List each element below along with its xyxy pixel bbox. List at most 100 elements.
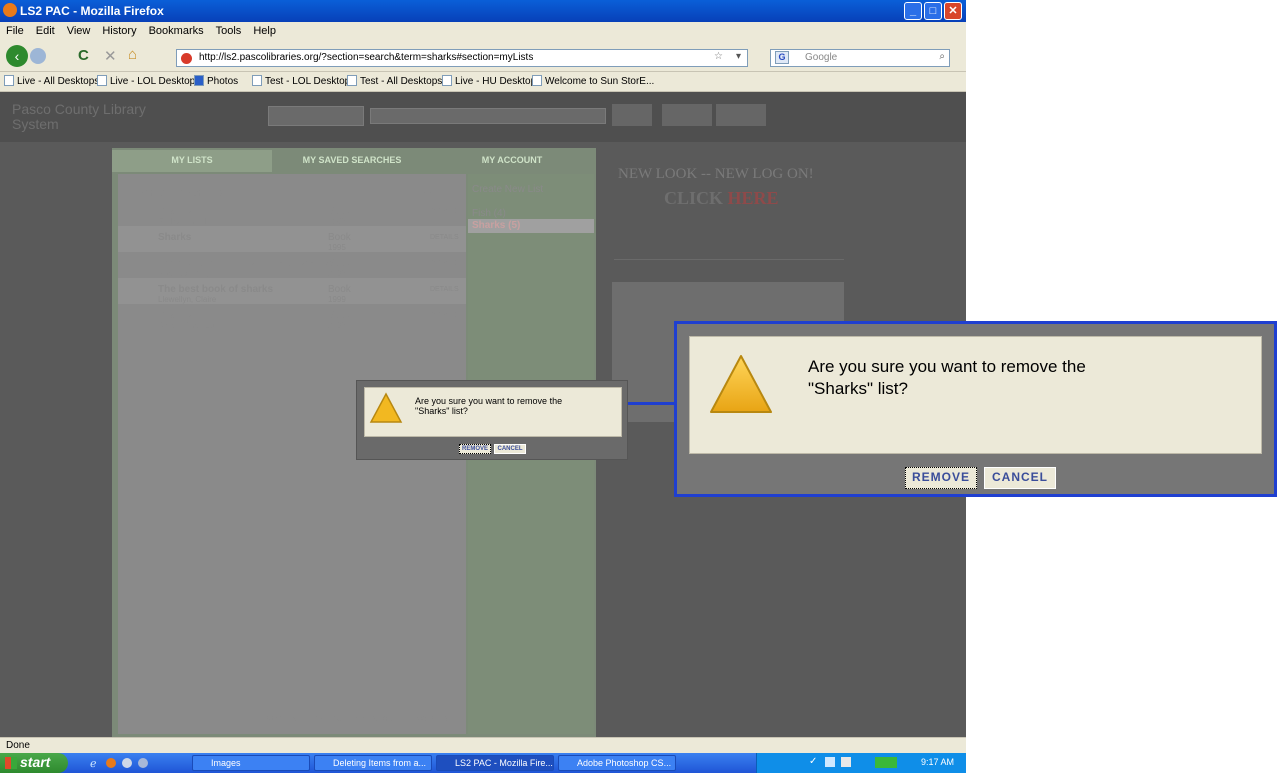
system-tray: ✓ 9:17 AM: [756, 753, 966, 773]
dialog-message-line2: "Sharks" list?: [808, 379, 908, 398]
search-magnifier-icon[interactable]: ⌕: [939, 51, 945, 62]
item-year: 2002: [328, 269, 346, 278]
tray-icon[interactable]: [841, 757, 851, 767]
item-title: The best book of sharks: [158, 284, 274, 295]
menu-file[interactable]: File: [6, 25, 24, 37]
home-icon[interactable]: ⌂: [128, 46, 137, 63]
start-label: start: [20, 754, 51, 770]
tray-icon[interactable]: ✓: [809, 756, 817, 767]
start-button[interactable]: start: [0, 753, 68, 773]
item-author: Reaside, Mary J.: [158, 269, 219, 278]
print-list-button: PRINT LIST: [264, 716, 302, 723]
bookmarks-toolbar: Live - All Desktops Live - LOL Desktop P…: [0, 72, 966, 92]
firefox-launch-icon[interactable]: [106, 758, 116, 768]
item-year: 1992: [328, 217, 346, 226]
confirm-dialog-zoomed: Are you sure you want to remove the "Sha…: [674, 321, 1277, 497]
remove-button[interactable]: REMOVE: [905, 467, 977, 489]
header-button: [716, 104, 766, 126]
ie-icon[interactable]: ℯ: [90, 757, 97, 770]
url-bar[interactable]: http://ls2.pascolibraries.org/?section=s…: [176, 49, 748, 67]
task-images[interactable]: Images: [192, 755, 310, 771]
item-title: The complete idiot's guide to sharks: [158, 258, 331, 269]
windows-logo-icon: [5, 757, 17, 769]
dialog-message-area: Are you sure you want to remove the "Sha…: [364, 387, 622, 437]
bookmark-item[interactable]: Test - All Desktops: [347, 75, 442, 87]
cancel-button[interactable]: CANCEL: [494, 444, 526, 454]
promo-line: NEW LOOK -- NEW LOG ON!: [618, 166, 814, 182]
header-search-scope: [268, 106, 364, 126]
item-year: 1995: [328, 243, 346, 252]
dialog-message-line1: Are you sure you want to remove the: [415, 396, 563, 406]
task-deleting-items[interactable]: Deleting Items from a...: [314, 755, 432, 771]
close-button[interactable]: ✕: [944, 2, 962, 20]
dialog-message-line2: "Sharks" list?: [415, 406, 468, 416]
taskbar: start ℯ Images Deleting Items from a... …: [0, 753, 966, 773]
stop-icon[interactable]: ✕: [104, 47, 117, 65]
window-title: LS2 PAC - Mozilla Firefox: [20, 4, 164, 18]
menu-view[interactable]: View: [67, 25, 91, 37]
firefox-icon: [3, 3, 17, 17]
google-icon: G: [775, 51, 789, 64]
dialog-message-line1: Are you sure you want to remove the: [808, 357, 1086, 376]
list-sharks: Sharks (5): [472, 220, 521, 231]
item-author: Gibbons, Gail: [158, 217, 207, 226]
warning-icon: [710, 355, 772, 413]
warning-icon: [369, 392, 403, 423]
status-bar: Done: [0, 737, 966, 753]
site-icon: [181, 53, 192, 64]
tab-my-saved-searches: MY SAVED SEARCHES: [302, 155, 402, 165]
bookmark-item[interactable]: Live - All Desktops: [4, 75, 99, 87]
url-dropdown-icon[interactable]: ▾: [736, 51, 741, 62]
menu-bookmarks[interactable]: Bookmarks: [149, 25, 204, 37]
maximize-button[interactable]: □: [924, 2, 942, 20]
back-icon[interactable]: ‹: [6, 45, 28, 67]
minimize-button[interactable]: _: [904, 2, 922, 20]
clock: 9:17 AM: [921, 757, 955, 767]
app-launch-icon[interactable]: [122, 758, 132, 768]
item-format: Book: [328, 232, 351, 243]
tray-icon[interactable]: [825, 757, 835, 767]
app-launch-icon[interactable]: [138, 758, 148, 768]
bookmark-item[interactable]: Live - LOL Desktop: [97, 75, 195, 87]
tab-my-lists: MY LISTS: [112, 150, 272, 172]
bookmark-star-icon[interactable]: ☆: [714, 51, 723, 62]
bookmark-item[interactable]: Photos: [194, 75, 238, 87]
item-details-button: DETAILS: [430, 208, 459, 215]
header-search-field: [370, 108, 606, 124]
item-title: Sharks: [158, 232, 192, 243]
menu-history[interactable]: History: [102, 25, 136, 37]
remove-list-button: REMOVE LIST: [406, 716, 454, 723]
item-details-button: DETAILS: [430, 260, 459, 267]
header-button: [662, 104, 712, 126]
item-author: Llewellyn, Claire: [158, 295, 217, 304]
item-author: Simon, Seymour: [158, 321, 218, 330]
tray-icon[interactable]: [875, 757, 897, 768]
task-photoshop[interactable]: Adobe Photoshop CS...: [558, 755, 676, 771]
callout-connector: [628, 402, 674, 405]
search-input[interactable]: G Google ⌕: [770, 49, 950, 67]
header-button: [612, 104, 652, 126]
menu-edit[interactable]: Edit: [36, 25, 55, 37]
quicklaunch-icons: ℯ: [90, 757, 160, 770]
menu-tools[interactable]: Tools: [216, 25, 242, 37]
url-text: http://ls2.pascolibraries.org/?section=s…: [199, 52, 534, 63]
bookmark-item[interactable]: Test - LOL Desktop: [252, 75, 350, 87]
menu-help[interactable]: Help: [253, 25, 276, 37]
promo-click: CLICK HERE: [664, 188, 779, 209]
reload-icon[interactable]: C: [78, 47, 89, 64]
cancel-button[interactable]: CANCEL: [984, 467, 1056, 489]
print-label: PRINT: [420, 188, 447, 198]
forward-icon[interactable]: [30, 48, 46, 64]
title-bar: LS2 PAC - Mozilla Firefox _ □ ✕: [0, 0, 966, 22]
promo-click-text: CLICK: [664, 188, 724, 208]
bookmark-item[interactable]: Welcome to Sun StorE...: [532, 75, 654, 87]
bookmark-item[interactable]: Live - HU Desktop: [442, 75, 536, 87]
remove-button[interactable]: REMOVE: [459, 444, 491, 454]
confirm-dialog-small: Are you sure you want to remove the "Sha…: [356, 380, 628, 460]
tab-my-account: MY ACCOUNT: [481, 155, 543, 165]
item-format: Book: [328, 258, 351, 269]
task-ls2pac-firefox[interactable]: LS2 PAC - Mozilla Fire...: [436, 755, 554, 771]
item-details-button: DETAILS: [430, 312, 459, 319]
item-format: Book: [328, 310, 351, 321]
list-fish: Fish (4): [472, 208, 506, 219]
